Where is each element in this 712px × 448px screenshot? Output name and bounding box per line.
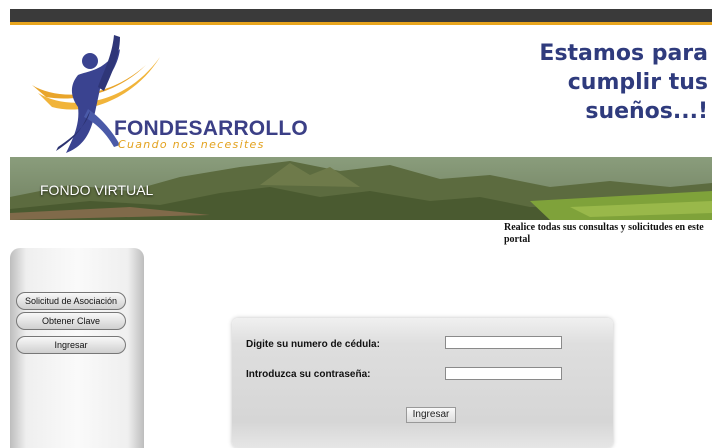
- slogan-line-1: Estamos para: [539, 41, 708, 66]
- cedula-input[interactable]: [445, 336, 562, 349]
- portal-description: Realice todas sus consultas y solicitude…: [504, 222, 704, 245]
- banner-title: FONDO VIRTUAL: [40, 182, 154, 198]
- sidebar: Solicitud de Asociación Obtener Clave In…: [10, 248, 144, 448]
- sidebar-button-ingresar[interactable]: Ingresar: [16, 336, 126, 354]
- sidebar-button-obtener-clave[interactable]: Obtener Clave: [16, 312, 126, 330]
- slogan: Estamos para cumplir tus sueños...!: [508, 39, 708, 126]
- header: FONDESARROLLO Cuando nos necesites Estam…: [10, 25, 712, 157]
- login-panel: Digite su numero de cédula: Introduzca s…: [232, 318, 613, 448]
- slogan-line-3: sueños...!: [585, 99, 708, 124]
- sidebar-button-solicitud-asociacion[interactable]: Solicitud de Asociación: [16, 292, 126, 310]
- ingresar-button[interactable]: Ingresar: [406, 407, 456, 423]
- password-input[interactable]: [445, 367, 562, 380]
- top-bar: [10, 9, 712, 25]
- slogan-line-2: cumplir tus: [567, 70, 708, 95]
- brand-tagline: Cuando nos necesites: [118, 138, 265, 151]
- password-label: Introduzca su contraseña:: [246, 369, 371, 380]
- landscape-banner: FONDO VIRTUAL: [10, 157, 712, 220]
- cedula-label: Digite su numero de cédula:: [246, 339, 380, 350]
